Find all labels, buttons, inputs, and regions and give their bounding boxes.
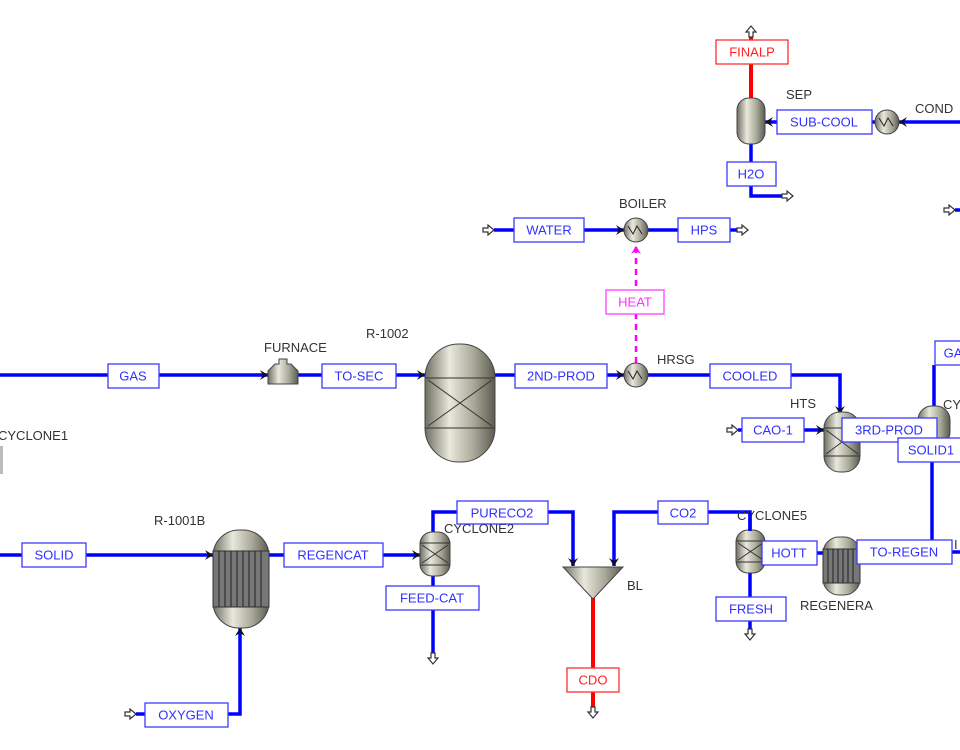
stream-label-to-regen[interactable]: TO-REGEN [856,539,953,565]
heat-exchanger-icon[interactable] [874,109,900,135]
stream-label-water[interactable]: WATER [513,217,585,243]
product-arrow-icon [586,706,600,719]
svg-text:GA: GA [944,346,960,361]
svg-text:PURECO2: PURECO2 [471,506,534,521]
mixer-icon[interactable] [561,566,625,600]
stream-label-pureco2[interactable]: PURECO2 [456,500,549,525]
block-hrsg[interactable] [623,362,649,388]
feed-arrow-icon [482,223,495,237]
block-label-cond: COND [915,101,953,116]
block-regenera[interactable] [822,536,861,596]
svg-text:OXYGEN: OXYGEN [158,708,214,723]
block-r1001b[interactable] [212,529,270,629]
product-arrow-icon [743,628,757,641]
product-arrow-icon [426,652,440,665]
stream-label-oxygen[interactable]: OXYGEN [144,702,229,728]
block-label-hts: HTS [790,396,816,411]
svg-text:COOLED: COOLED [723,369,778,384]
svg-text:GAS: GAS [119,369,147,384]
flash-drum-icon[interactable] [736,97,766,145]
block-cyclone2[interactable] [419,531,451,577]
svg-text:FEED-CAT: FEED-CAT [400,591,464,606]
svg-text:HPS: HPS [691,223,718,238]
svg-text:WATER: WATER [526,223,572,238]
stream-label-co2[interactable]: CO2 [657,500,709,525]
block-sep[interactable] [736,97,766,145]
stream-label-ga[interactable]: GA [934,340,960,366]
svg-text:H2O: H2O [738,167,765,182]
svg-text:TO-REGEN: TO-REGEN [870,545,938,560]
stream-label-hps[interactable]: HPS [677,217,731,243]
block-label-r1001b: R-1001B [154,513,205,528]
block-label-cy: CY [943,397,960,412]
stream-label-2nd-prod[interactable]: 2ND-PROD [514,363,608,389]
block-label-furnace: FURNACE [264,340,327,355]
svg-text:SOLID1: SOLID1 [908,443,954,458]
stream-label-hott[interactable]: HOTT [761,540,818,566]
stream-label-heat[interactable]: HEAT [605,289,665,315]
stream-label-solid1[interactable]: SOLID1 [897,437,960,463]
svg-text:HOTT: HOTT [771,546,806,561]
svg-text:FINALP: FINALP [729,45,775,60]
block-label-cyclone5: CYCLONE5 [737,508,807,523]
svg-text:FRESH: FRESH [729,602,773,617]
product-arrow-icon [744,25,758,38]
block-label-sep: SEP [786,87,812,102]
stream-label-h2o[interactable]: H2O [726,161,777,187]
product-arrow-icon [736,223,749,237]
svg-text:CO2: CO2 [670,506,697,521]
svg-text:SOLID: SOLID [34,548,73,563]
svg-text:REGENCAT: REGENCAT [297,548,368,563]
stream-label-cooled[interactable]: COOLED [709,363,792,389]
stream-label-to-sec[interactable]: TO-SEC [321,363,397,389]
stream-label-feed-cat[interactable]: FEED-CAT [385,585,480,611]
block-label-r1002: R-1002 [366,326,409,341]
stream-label-cdo[interactable]: CDO [566,667,620,693]
block-label-edge: I [954,537,958,552]
feed-arrow-icon [943,203,956,217]
svg-text:CDO: CDO [579,673,608,688]
flowsheet: SEP COND BOILER FURNACE R-1002 HRSG HTS … [0,25,960,728]
svg-text:HEAT: HEAT [618,295,652,310]
block-furnace[interactable] [267,358,299,385]
block-bl[interactable] [561,566,625,600]
stream-label-finalp[interactable]: FINALP [715,39,789,65]
block-label-boiler: BOILER [619,196,667,211]
feed-arrow-icon [726,423,739,437]
svg-text:2ND-PROD: 2ND-PROD [527,369,595,384]
svg-text:3RD-PROD: 3RD-PROD [855,423,923,438]
block-label-regenera: REGENERA [800,598,873,613]
block-label-bl: BL [627,578,643,593]
heat-exchanger-icon[interactable] [623,362,649,388]
stream-oxygen-line[interactable] [136,628,242,716]
svg-text:CAO-1: CAO-1 [753,423,793,438]
heat-exchanger-icon[interactable] [623,217,649,243]
block-label-hrsg: HRSG [657,352,695,367]
block-label-cyclone1: CYCLONE1 [0,428,68,443]
block-r1002[interactable] [424,343,496,463]
stream-label-solid[interactable]: SOLID [21,542,87,568]
block-cond[interactable] [874,109,900,135]
product-arrow-icon [781,189,794,203]
svg-text:SUB-COOL: SUB-COOL [790,115,858,130]
block-cyclone1[interactable] [0,446,3,474]
feed-arrow-icon [124,707,137,721]
stream-label-fresh[interactable]: FRESH [715,596,787,622]
stream-label-sub-cool[interactable]: SUB-COOL [776,109,873,135]
block-boiler[interactable] [623,217,649,243]
block-cyclone5[interactable] [735,529,766,574]
furnace-icon[interactable] [267,358,299,385]
svg-text:TO-SEC: TO-SEC [335,369,384,384]
stream-label-gas[interactable]: GAS [107,363,160,389]
stream-label-cao-1[interactable]: CAO-1 [741,417,805,443]
stream-label-regencat[interactable]: REGENCAT [283,542,384,568]
